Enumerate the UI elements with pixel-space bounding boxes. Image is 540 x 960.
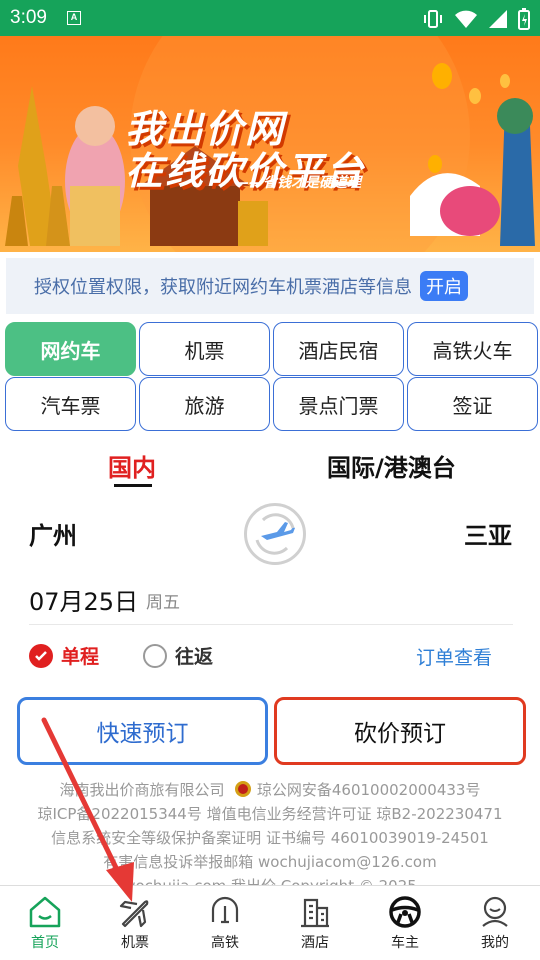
category-flights[interactable]: 机票 bbox=[139, 322, 270, 376]
wifi-icon bbox=[455, 10, 477, 28]
vibrate-icon bbox=[424, 10, 442, 28]
category-travel[interactable]: 旅游 bbox=[139, 377, 270, 431]
banner-slogan: ——省钱才是硬道理 bbox=[235, 175, 361, 191]
notification-app-icon: A bbox=[66, 11, 81, 25]
battery-icon bbox=[518, 8, 530, 30]
police-record[interactable]: 琼公网安备46010002000433号 bbox=[257, 781, 481, 799]
checked-icon bbox=[29, 643, 53, 668]
tab-hotels-label: 酒店 bbox=[301, 935, 329, 951]
departure-weekday: 周五 bbox=[146, 593, 180, 613]
footer-line-2[interactable]: 琼ICP备2022015344号 增值电信业务经营许可证 琼B2-2022304… bbox=[0, 802, 540, 826]
status-bar: 3:09 A bbox=[0, 0, 540, 36]
tab-international[interactable]: 国际/港澳台 bbox=[327, 448, 456, 483]
legal-footer: 海南我出价商旅有限公司 琼公网安备46010002000433号 琼ICP备20… bbox=[0, 778, 540, 898]
unchecked-icon bbox=[143, 643, 167, 668]
category-bus[interactable]: 汽车票 bbox=[5, 377, 136, 431]
tab-driver[interactable]: 车主 bbox=[360, 886, 450, 960]
tab-domestic[interactable]: 国内 bbox=[108, 448, 156, 483]
category-visa[interactable]: 签证 bbox=[407, 377, 538, 431]
steering-wheel-icon bbox=[389, 896, 421, 928]
user-icon bbox=[482, 896, 508, 927]
tab-hotels[interactable]: 酒店 bbox=[270, 886, 360, 960]
tab-active-indicator bbox=[114, 484, 152, 487]
arrival-city[interactable]: 三亚 bbox=[464, 516, 512, 551]
bottom-tab-bar: 首页 机票 高铁 酒店 车主 我的 bbox=[0, 885, 540, 960]
status-time: 3:09 bbox=[10, 7, 47, 28]
location-permission-bar[interactable]: 授权位置权限，获取附近网约车机票酒店等信息 开启 bbox=[6, 258, 534, 314]
category-ride-hailing[interactable]: 网约车 bbox=[5, 322, 136, 376]
permission-text: 授权位置权限，获取附近网约车机票酒店等信息 bbox=[34, 277, 412, 298]
home-icon bbox=[29, 896, 61, 928]
departure-date[interactable]: 07月25日 bbox=[29, 582, 138, 617]
footer-line-3: 信息系统安全等级保护备案证明 证书编号 46010039019-24501 bbox=[51, 829, 489, 847]
train-icon bbox=[211, 896, 239, 924]
quick-booking-button[interactable]: 快速预订 bbox=[17, 697, 268, 765]
bargain-booking-button[interactable]: 砍价预订 bbox=[274, 697, 526, 765]
round-trip-label: 往返 bbox=[175, 646, 214, 668]
tab-profile[interactable]: 我的 bbox=[450, 886, 540, 960]
tab-home[interactable]: 首页 bbox=[0, 886, 90, 960]
radio-one-way[interactable]: 单程 bbox=[29, 642, 99, 669]
promo-banner[interactable]: 我出价网 在线砍价平台 ——省钱才是硬道理 bbox=[0, 36, 540, 252]
status-icons bbox=[422, 8, 530, 30]
tab-profile-label: 我的 bbox=[481, 935, 509, 951]
view-orders-link[interactable]: 订单查看 bbox=[416, 643, 492, 670]
swap-cities-button[interactable] bbox=[244, 503, 306, 565]
signal-icon bbox=[489, 10, 507, 28]
airplane-swap-icon bbox=[255, 513, 295, 555]
enable-location-button[interactable]: 开启 bbox=[420, 271, 468, 301]
footer-line-1: 海南我出价商旅有限公司 琼公网安备46010002000433号 bbox=[0, 778, 540, 802]
footer-line-4: 有害信息投诉举报邮箱 wochujiacom@126.com bbox=[103, 853, 437, 871]
category-attractions[interactable]: 景点门票 bbox=[273, 377, 404, 431]
divider bbox=[29, 624, 513, 625]
tab-trains[interactable]: 高铁 bbox=[180, 886, 270, 960]
tab-flights-label: 机票 bbox=[121, 935, 149, 951]
category-hotels[interactable]: 酒店民宿 bbox=[273, 322, 404, 376]
airplane-icon bbox=[119, 900, 149, 928]
company-name: 海南我出价商旅有限公司 bbox=[59, 781, 225, 799]
radio-round-trip[interactable]: 往返 bbox=[143, 642, 213, 669]
category-trains[interactable]: 高铁火车 bbox=[407, 322, 538, 376]
departure-city[interactable]: 广州 bbox=[29, 516, 77, 551]
police-badge-icon bbox=[235, 781, 252, 797]
one-way-label: 单程 bbox=[61, 646, 100, 668]
tab-driver-label: 车主 bbox=[391, 935, 419, 951]
tab-flights[interactable]: 机票 bbox=[90, 886, 180, 960]
tab-home-label: 首页 bbox=[31, 935, 59, 951]
building-icon bbox=[301, 898, 329, 928]
tab-trains-label: 高铁 bbox=[211, 935, 239, 951]
